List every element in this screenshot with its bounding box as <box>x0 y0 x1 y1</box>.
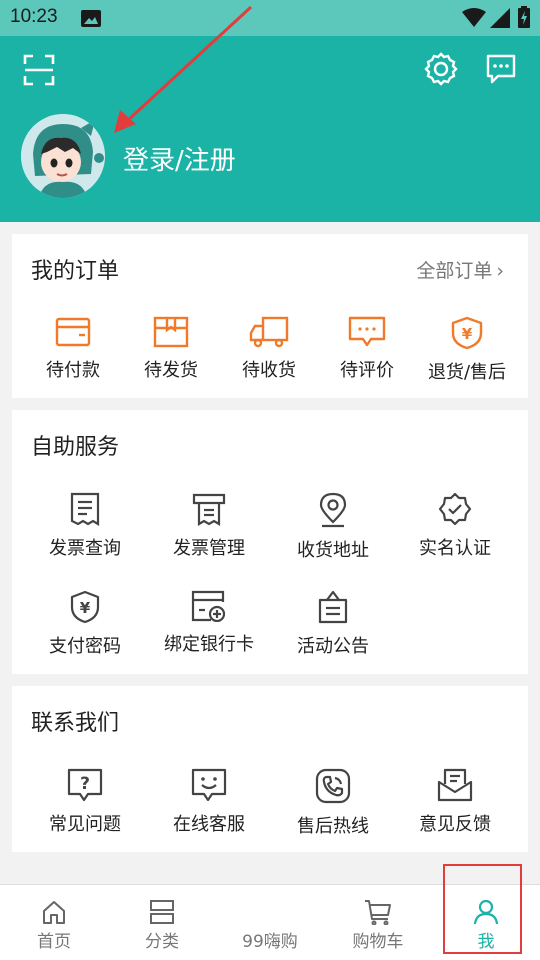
all-orders-label: 全部订单 <box>416 260 493 282</box>
order-item-refund[interactable]: ¥ 退货/售后 <box>412 316 522 384</box>
refund-shield-icon: ¥ <box>451 316 483 350</box>
svg-text:¥: ¥ <box>80 599 91 617</box>
yuan-shield-icon: ¥ <box>70 590 100 624</box>
wallet-icon <box>55 317 91 347</box>
contact-faq[interactable]: ? 常见问题 <box>30 768 140 836</box>
service-bind-bank-card[interactable]: 绑定银行卡 <box>154 590 264 656</box>
location-pin-icon <box>319 492 347 528</box>
cart-icon <box>365 900 391 925</box>
service-payment-password[interactable]: ¥ 支付密码 <box>30 590 140 658</box>
notice-board-icon <box>318 590 348 624</box>
contact-hotline[interactable]: 售后热线 <box>278 768 388 838</box>
category-icon <box>150 900 174 924</box>
self-service-title: 自助服务 <box>31 435 120 460</box>
tab-label: 首页 <box>37 932 71 952</box>
orders-card: 我的订单 全部订单 › 待付款 待发货 待收货 待评价 ¥ 退货/售后 <box>12 234 528 398</box>
service-label: 收货地址 <box>297 540 369 561</box>
chevron-right-icon: › <box>496 260 504 282</box>
phone-icon <box>315 768 351 804</box>
service-invoice-manage[interactable]: 发票管理 <box>154 492 264 560</box>
service-label: 活动公告 <box>297 636 369 657</box>
order-item-pending-shipment[interactable]: 待发货 <box>116 316 226 382</box>
order-item-label: 待收货 <box>242 360 296 381</box>
service-label: 发票管理 <box>173 538 245 559</box>
question-icon: ? <box>67 768 103 802</box>
svg-text:?: ? <box>80 774 90 794</box>
order-item-label: 待评价 <box>340 360 394 381</box>
service-label: 支付密码 <box>49 636 121 657</box>
service-real-name[interactable]: 实名认证 <box>400 492 510 560</box>
tab-label: 分类 <box>145 932 179 952</box>
package-icon <box>153 316 189 348</box>
contact-label: 常见问题 <box>49 814 121 835</box>
verified-badge-icon <box>438 492 472 526</box>
service-label: 绑定银行卡 <box>164 634 254 655</box>
home-icon <box>43 901 65 924</box>
tab-label: 99嗨购 <box>242 932 298 952</box>
order-item-label: 退货/售后 <box>427 362 507 383</box>
all-orders-link[interactable]: 全部订单 › <box>416 256 504 283</box>
contact-label: 售后热线 <box>297 816 369 837</box>
tab-99-shop[interactable]: 99嗨购 <box>216 885 324 960</box>
contact-title: 联系我们 <box>31 711 120 736</box>
truck-icon <box>249 316 289 348</box>
contact-label: 在线客服 <box>173 814 245 835</box>
invoice-printer-icon <box>192 493 226 526</box>
self-service-card: 自助服务 发票查询 发票管理 收货地址 实名认证 ¥ 支付密码 绑定银行卡 活动… <box>12 410 528 674</box>
order-item-pending-receipt[interactable]: 待收货 <box>214 316 324 382</box>
order-item-pending-payment[interactable]: 待付款 <box>18 316 128 382</box>
contact-label: 意见反馈 <box>419 814 491 835</box>
service-invoice-query[interactable]: 发票查询 <box>30 492 140 560</box>
tab-category[interactable]: 分类 <box>108 885 216 960</box>
order-item-label: 待发货 <box>144 360 198 381</box>
orders-title: 我的订单 <box>31 259 120 284</box>
svg-text:¥: ¥ <box>462 325 473 343</box>
contact-feedback[interactable]: 意见反馈 <box>400 768 510 836</box>
invoice-icon <box>70 492 100 526</box>
service-label: 实名认证 <box>419 538 491 559</box>
comment-icon <box>348 316 386 347</box>
annotation-highlight-box <box>443 864 522 954</box>
contact-online-service[interactable]: 在线客服 <box>154 768 264 836</box>
order-item-pending-review[interactable]: 待评价 <box>312 316 422 382</box>
service-label: 发票查询 <box>49 538 121 559</box>
service-announcement[interactable]: 活动公告 <box>278 590 388 658</box>
tab-label: 购物车 <box>352 932 404 952</box>
chat-face-icon <box>191 768 227 802</box>
order-item-label: 待付款 <box>46 360 100 381</box>
bank-card-add-icon <box>191 590 226 622</box>
annotation-arrow <box>114 5 253 133</box>
contact-card: 联系我们 ? 常见问题 在线客服 售后热线 意见反馈 <box>12 686 528 852</box>
tab-home[interactable]: 首页 <box>0 885 108 960</box>
service-address[interactable]: 收货地址 <box>278 492 388 562</box>
feedback-mail-icon <box>437 768 473 802</box>
tab-cart[interactable]: 购物车 <box>324 885 432 960</box>
